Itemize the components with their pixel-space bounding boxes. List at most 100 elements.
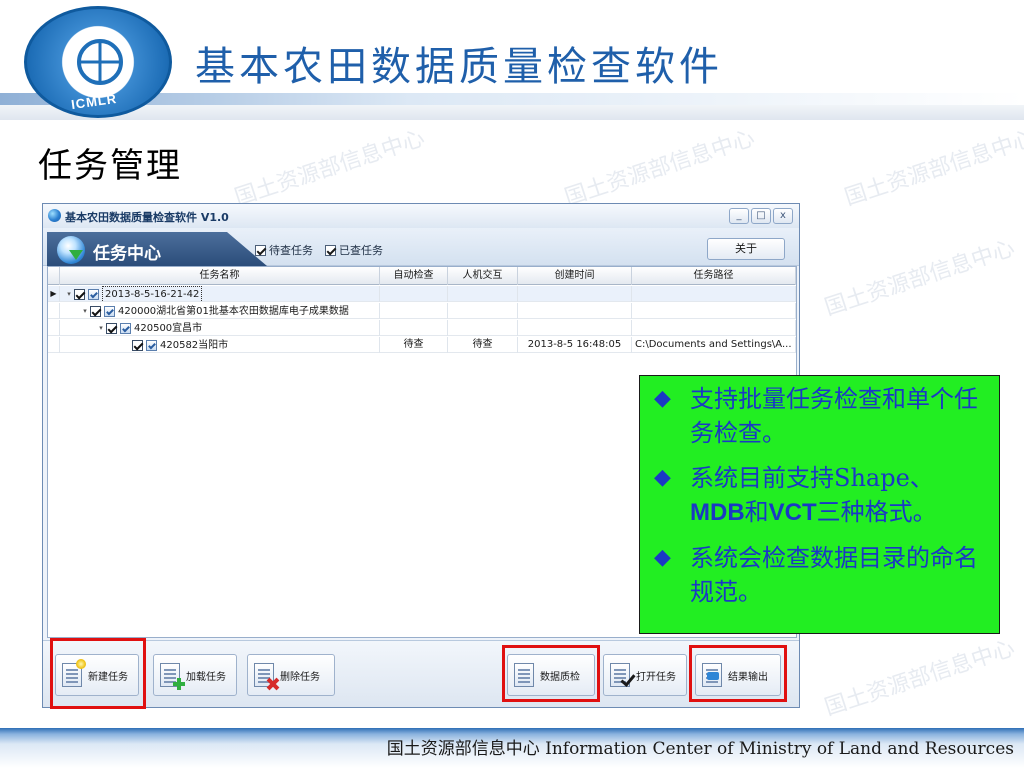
path-cell: C:\Documents and Settings\A... (632, 337, 796, 353)
row-indicator-icon (48, 337, 60, 353)
column-header-created[interactable]: 创建时间 (518, 267, 632, 285)
column-header-name[interactable]: 任务名称 (60, 267, 380, 285)
diamond-bullet-icon: ◆ (654, 386, 671, 411)
bullet-text: 支持批量任务检查和单个任务检查。 (690, 385, 978, 447)
open-task-button[interactable]: 打开任务 (603, 654, 687, 696)
column-header-interactive[interactable]: 人机交互 (448, 267, 518, 285)
filter-pending-tasks[interactable]: 待查任务 (255, 242, 313, 258)
icmlr-logo: ICMLR (24, 6, 172, 118)
close-button[interactable]: x (773, 208, 793, 224)
bullet-text: 三种格式。 (816, 498, 937, 526)
table-row[interactable]: ▾ 420000湖北省第01批基本农田数据库电子成果数据 (48, 303, 796, 319)
window-titlebar[interactable]: 基本农田数据质量检查软件 V1.0 _ □ x (43, 204, 799, 228)
task-name: 420500宜昌市 (134, 322, 203, 334)
table-row[interactable]: ▶ ▾ 2013-8-5-16-21-42 (48, 286, 796, 302)
row-checkbox[interactable] (90, 305, 101, 317)
logo-text: ICMLR (70, 90, 118, 113)
path-cell (632, 286, 796, 302)
diamond-bullet-icon: ◆ (654, 465, 671, 490)
about-button[interactable]: 关于 (707, 238, 785, 260)
column-header-path[interactable]: 任务路径 (632, 267, 796, 285)
table-row[interactable]: ▾ 420500宜昌市 (48, 320, 796, 336)
path-cell (632, 303, 796, 319)
load-task-button[interactable]: 加载任务 (153, 654, 237, 696)
task-name-cell: 420582当阳市 (60, 337, 380, 353)
maximize-button[interactable]: □ (751, 208, 771, 224)
add-document-icon (160, 663, 185, 690)
chevron-down-icon[interactable]: ▾ (80, 304, 90, 319)
created-cell (518, 303, 632, 319)
delete-task-label: 删除任务 (280, 671, 320, 683)
row-checkbox[interactable] (106, 322, 117, 334)
highlight-new-task (50, 638, 146, 709)
task-node-icon (88, 288, 99, 300)
row-checkbox[interactable] (74, 288, 85, 300)
checked-tasks-checkbox[interactable] (325, 244, 336, 256)
download-arrow-icon (69, 250, 83, 260)
row-checkbox[interactable] (132, 339, 143, 351)
task-name: 420000湖北省第01批基本农田数据库电子成果数据 (118, 305, 349, 317)
format-vct: VCT (768, 499, 817, 526)
task-name: 2013-8-5-16-21-42 (102, 286, 203, 302)
task-name-cell: ▾ 2013-8-5-16-21-42 (60, 286, 380, 302)
feature-callout: ◆ 支持批量任务检查和单个任务检查。 ◆ 系统目前支持Shape、 MDB和VC… (639, 375, 1000, 634)
watermark: 国土资源部信息中心 (821, 235, 1018, 321)
auto-check-cell (380, 286, 448, 302)
bullet-text: 系统目前支持Shape、 (690, 464, 934, 492)
load-task-label: 加载任务 (186, 671, 226, 683)
bottom-toolbar: 新建任务 加载任务 删除任务 数据质检 打开任务 结果输出 (43, 640, 799, 707)
auto-check-cell (380, 320, 448, 336)
task-name-cell: ▾ 420000湖北省第01批基本农田数据库电子成果数据 (60, 303, 380, 319)
task-node-icon (146, 339, 157, 351)
watermark: 国土资源部信息中心 (821, 635, 1018, 721)
diamond-bullet-icon: ◆ (654, 545, 671, 570)
watermark: 国土资源部信息中心 (231, 125, 428, 211)
auto-check-cell: 待查 (380, 337, 448, 353)
delete-task-button[interactable]: 删除任务 (247, 654, 335, 696)
format-mdb: MDB (690, 499, 745, 526)
checked-tasks-label: 已查任务 (339, 244, 383, 257)
pending-tasks-label: 待查任务 (269, 244, 313, 257)
chevron-down-icon[interactable]: ▾ (64, 287, 74, 302)
row-indicator-icon (48, 303, 60, 319)
chevron-down-icon[interactable]: ▾ (96, 321, 106, 336)
interactive-cell: 待查 (448, 337, 518, 353)
slide-header: ICMLR 基本农田数据质量检查软件 (0, 0, 1024, 120)
indicator-header (48, 267, 60, 285)
highlight-export-result (689, 645, 787, 702)
checked-document-icon (610, 663, 636, 687)
task-name: 420582当阳市 (160, 339, 229, 351)
row-indicator-icon (48, 320, 60, 336)
bullet-item: ◆ 系统会检查数据目录的命名规范。 (652, 541, 987, 609)
minimize-button[interactable]: _ (729, 208, 749, 224)
grid-header: 任务名称 自动检查 人机交互 创建时间 任务路径 (48, 267, 796, 285)
open-task-label: 打开任务 (636, 671, 676, 683)
task-center-label: 任务中心 (93, 244, 161, 264)
pending-tasks-checkbox[interactable] (255, 244, 266, 256)
interactive-cell (448, 303, 518, 319)
column-header-auto[interactable]: 自动检查 (380, 267, 448, 285)
watermark: 国土资源部信息中心 (561, 125, 758, 211)
filter-checked-tasks[interactable]: 已查任务 (325, 242, 383, 258)
interactive-cell (448, 320, 518, 336)
app-globe-icon (48, 209, 61, 222)
task-node-icon (104, 305, 115, 317)
task-center-header: 任务中心 待查任务 已查任务 关于 (43, 228, 799, 266)
auto-check-cell (380, 303, 448, 319)
created-cell: 2013-8-5 16:48:05 (518, 337, 632, 353)
row-indicator-icon: ▶ (48, 286, 60, 302)
task-node-icon (120, 322, 131, 334)
window-controls: _ □ x (727, 208, 793, 224)
globe-icon (77, 39, 123, 85)
footer-text: 国土资源部信息中心 Information Center of Ministry… (386, 739, 1014, 759)
highlight-quality-check (502, 645, 600, 702)
interactive-cell (448, 286, 518, 302)
created-cell (518, 286, 632, 302)
bullet-item: ◆ 支持批量任务检查和单个任务检查。 (652, 382, 987, 450)
window-title: 基本农田数据质量检查软件 V1.0 (65, 211, 229, 224)
delete-document-icon (254, 663, 274, 687)
created-cell (518, 320, 632, 336)
table-row[interactable]: 420582当阳市 待查 待查 2013-8-5 16:48:05 C:\Doc… (48, 337, 796, 353)
path-cell (632, 320, 796, 336)
task-center-tab[interactable]: 任务中心 (47, 232, 267, 266)
